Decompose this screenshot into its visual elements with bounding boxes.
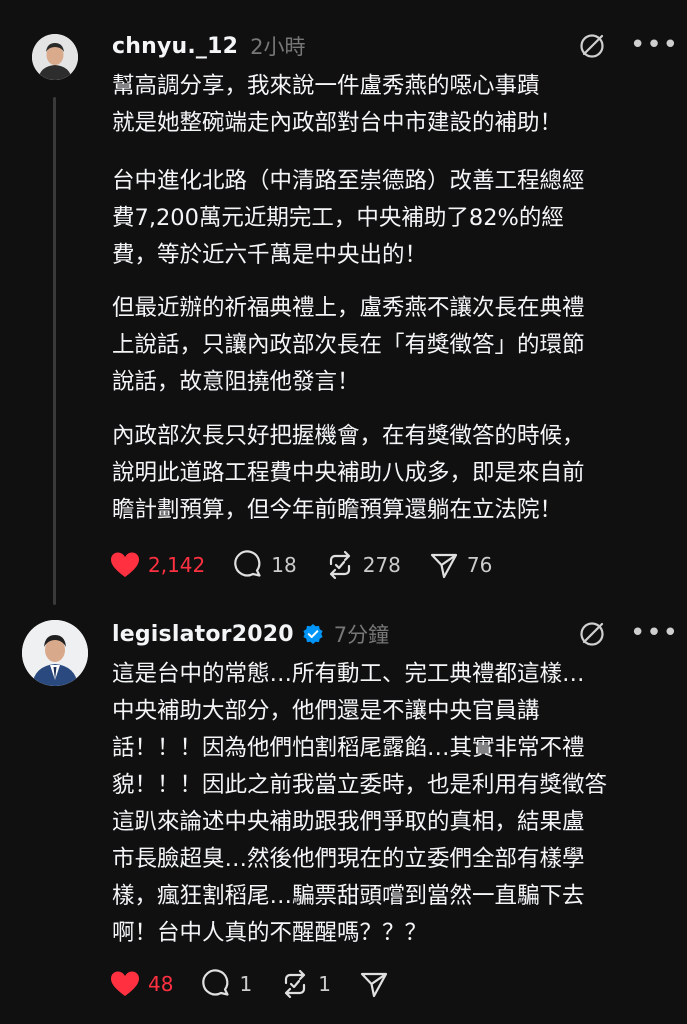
heart-icon (111, 552, 139, 577)
no-camera-icon[interactable] (577, 619, 607, 649)
username[interactable]: chnyu._12 (112, 34, 238, 59)
repost-icon (329, 550, 350, 580)
more-dots-icon[interactable]: ••• (630, 32, 679, 58)
avatar[interactable] (22, 620, 88, 686)
no-camera-icon[interactable] (577, 31, 607, 61)
post-paragraph: 內政部次長只好把握機會，在有獎徵答的時候， 說明此道路工程費中央補助八成多，即是… (112, 423, 585, 523)
post-header: legislator2020 7分鐘 (112, 618, 389, 650)
avatar-image (32, 34, 78, 80)
like-count: 48 (148, 972, 174, 996)
repost-count: 278 (362, 553, 401, 577)
like-button[interactable]: 2,142 (108, 548, 205, 582)
comment-button[interactable]: 1 (199, 967, 252, 1001)
repost-icon (285, 969, 306, 999)
send-icon (360, 972, 388, 998)
thread-line (53, 97, 56, 605)
post-paragraph: 幫高調分享，我來說一件盧秀燕的噁心事蹟 就是她整碗端走內政部對台中市建設的補助！ (112, 73, 563, 136)
repost-button[interactable]: 278 (323, 548, 401, 582)
post-actions: 2,142 18 278 76 (108, 545, 518, 585)
post-paragraph: 但最近辦的祈福典禮上，盧秀燕不讓次長在典禮 上說話，只讓內政部次長在「有獎徵答」… (112, 295, 585, 395)
post-paragraph: 台中進化北路（中清路至崇德路）改善工程總經 費7,200萬元近期完工，中央補助了… (112, 168, 585, 268)
comment-icon (234, 550, 261, 577)
username[interactable]: legislator2020 (112, 622, 294, 647)
post-header: chnyu._12 2小時 (112, 30, 306, 62)
comment-count: 1 (239, 972, 253, 996)
more-dots-icon[interactable]: ••• (630, 620, 679, 646)
share-button[interactable] (357, 967, 391, 1001)
timestamp: 2小時 (250, 35, 306, 59)
share-count: 76 (466, 553, 493, 577)
repost-button[interactable]: 1 (278, 967, 331, 1001)
comment-button[interactable]: 18 (231, 548, 297, 582)
comment-icon (202, 969, 230, 996)
send-icon (430, 553, 458, 579)
post-1: chnyu._12 2小時 ••• 幫高調分享，我來說一件盧秀燕的噁心事蹟 就是… (0, 0, 687, 610)
post-paragraph: 這是台中的常態…所有動工、完工典禮都這樣… 中央補助大部分，他們還是不讓中央官員… (112, 661, 608, 946)
like-button[interactable]: 48 (108, 967, 173, 1001)
verified-badge-icon (303, 624, 323, 644)
post-actions: 48 1 1 (108, 964, 417, 1004)
avatar-image (22, 620, 88, 686)
timestamp: 7分鐘 (333, 623, 390, 647)
repost-count: 1 (318, 972, 331, 996)
heart-icon (111, 971, 139, 996)
like-count: 2,142 (148, 553, 206, 577)
comment-count: 18 (271, 553, 297, 577)
post-2: legislator2020 7分鐘 ••• 這是台中的常態…所有動工、完工典禮… (0, 610, 687, 1024)
avatar[interactable] (32, 34, 78, 80)
share-button[interactable]: 76 (427, 548, 492, 582)
